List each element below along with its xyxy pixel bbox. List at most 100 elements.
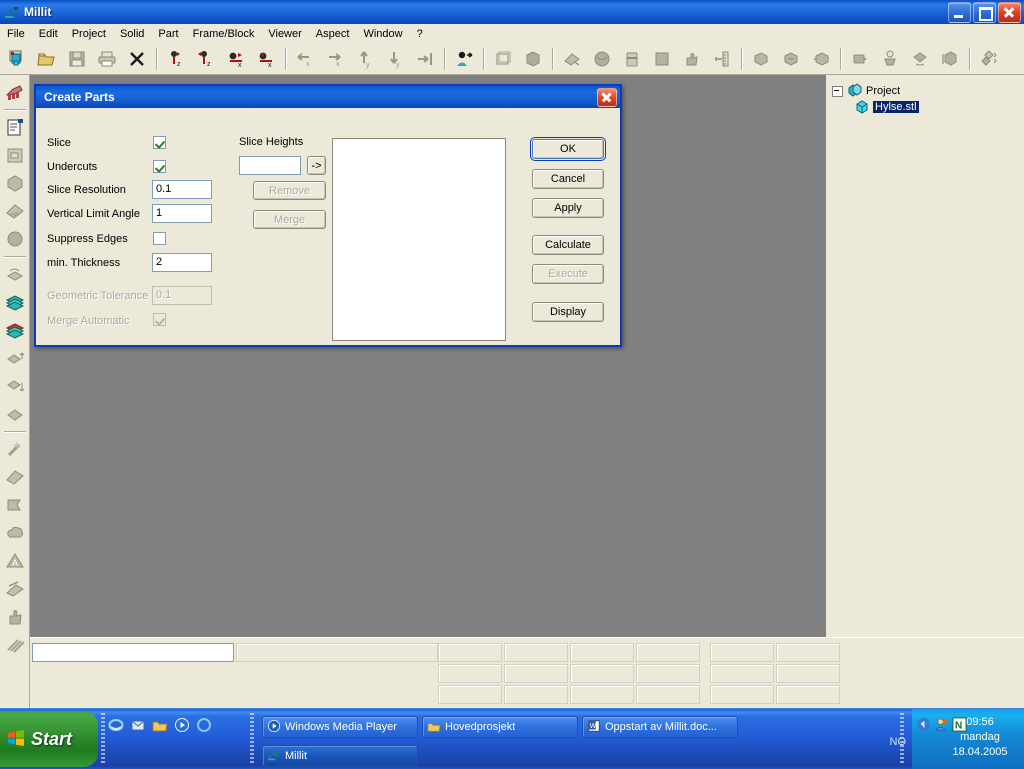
open-folder-icon[interactable]: [34, 46, 60, 72]
part-move-up-icon[interactable]: [2, 344, 28, 372]
document-flag-icon[interactable]: [2, 113, 28, 141]
minimize-button[interactable]: [948, 2, 971, 23]
tree-node-project[interactable]: Project: [832, 83, 1020, 99]
thumb-part-icon[interactable]: [679, 46, 705, 72]
slice-checkbox[interactable]: [153, 136, 166, 149]
create-part-icon[interactable]: [589, 46, 615, 72]
volume-icon[interactable]: [916, 717, 931, 735]
apply-button[interactable]: Apply: [532, 198, 604, 218]
show-desktop-icon[interactable]: [152, 717, 168, 733]
layer-stack-green-icon[interactable]: [2, 288, 28, 316]
menu-project[interactable]: Project: [65, 26, 113, 42]
status-input[interactable]: [32, 643, 234, 662]
move-y-up-icon[interactable]: y: [352, 46, 378, 72]
taskbar-item-hovedprosjekt[interactable]: Hovedprosjekt: [422, 716, 578, 738]
menu-window[interactable]: Window: [356, 26, 409, 42]
measure-scale-icon[interactable]: [709, 46, 735, 72]
part-rotate-icon[interactable]: [907, 46, 933, 72]
msn-icon[interactable]: [196, 717, 212, 733]
cancel-button[interactable]: Cancel: [532, 169, 604, 189]
print-icon[interactable]: [94, 46, 120, 72]
new-project-icon[interactable]: [4, 46, 30, 72]
dialog-close-icon[interactable]: [597, 88, 617, 107]
menu-edit[interactable]: Edit: [32, 26, 65, 42]
taskbar-item-windows-media-player[interactable]: Windows Media Player: [262, 716, 418, 738]
part-shadow-icon[interactable]: [847, 46, 873, 72]
layer-stack-red-icon[interactable]: [2, 316, 28, 344]
slice-tool-icon[interactable]: [2, 260, 28, 288]
taskbar-item-oppstart-doc[interactable]: W Oppstart av Millit.doc...: [582, 716, 738, 738]
ok-button[interactable]: OK: [530, 137, 606, 161]
move-x-right-icon[interactable]: x: [322, 46, 348, 72]
rotate-x-positive-icon[interactable]: x: [223, 46, 249, 72]
rotate-z-negative-icon[interactable]: z: [193, 46, 219, 72]
internet-explorer-icon[interactable]: [108, 717, 124, 733]
thumb-icon[interactable]: [2, 603, 28, 631]
move-x-left-icon[interactable]: x: [292, 46, 318, 72]
part-stack-icon[interactable]: [619, 46, 645, 72]
taskbar-item-millit[interactable]: Millit: [262, 745, 418, 767]
cut-tool-icon[interactable]: [2, 575, 28, 603]
cloud-shape-icon[interactable]: [2, 519, 28, 547]
undercuts-checkbox[interactable]: [153, 160, 166, 173]
polygon-tool-icon[interactable]: [2, 463, 28, 491]
part-tool-icon[interactable]: [2, 400, 28, 428]
menu-aspect[interactable]: Aspect: [309, 26, 357, 42]
part-paste-icon[interactable]: [778, 46, 804, 72]
quick-launch-grip[interactable]: [101, 713, 105, 763]
media-player-icon[interactable]: [174, 717, 190, 733]
delete-cross-icon[interactable]: [124, 46, 150, 72]
arrange-parts-icon[interactable]: [976, 46, 1002, 72]
menu-part[interactable]: Part: [151, 26, 185, 42]
locale-indicator[interactable]: NO: [890, 736, 907, 748]
display-button[interactable]: Display: [532, 302, 604, 322]
suppress-edges-checkbox[interactable]: [153, 232, 166, 245]
vertical-limit-angle-input[interactable]: 1: [152, 204, 212, 223]
menu-help[interactable]: ?: [410, 26, 430, 42]
move-y-down-icon[interactable]: y: [382, 46, 408, 72]
save-disk-icon[interactable]: [64, 46, 90, 72]
sphere-icon[interactable]: [2, 225, 28, 253]
slice-heights-input[interactable]: [239, 156, 301, 175]
calculate-button[interactable]: Calculate: [532, 235, 604, 255]
slice-part-icon[interactable]: [559, 46, 585, 72]
hatch-pattern-icon[interactable]: [2, 631, 28, 659]
main-toolbar: z z x x x x y y: [0, 43, 1024, 75]
wireframe-box-icon[interactable]: [490, 46, 516, 72]
close-icon[interactable]: [998, 2, 1021, 23]
menu-viewer[interactable]: Viewer: [261, 26, 308, 42]
tray-clock[interactable]: 09:56 mandag 18.04.2005: [944, 715, 1016, 760]
magic-wand-icon[interactable]: [2, 435, 28, 463]
rotate-z-positive-icon[interactable]: z: [163, 46, 189, 72]
rotate-x-negative-icon[interactable]: x: [253, 46, 279, 72]
collapse-toggle-icon[interactable]: [832, 85, 843, 97]
solid-shape-icon[interactable]: [2, 169, 28, 197]
shaded-solid-icon[interactable]: [520, 46, 546, 72]
slice-heights-add-button[interactable]: ->: [307, 156, 326, 175]
align-right-icon[interactable]: [412, 46, 438, 72]
shade-solid-icon[interactable]: [2, 197, 28, 225]
menu-solid[interactable]: Solid: [113, 26, 151, 42]
slice-resolution-input[interactable]: 0.1: [152, 180, 212, 199]
maximize-button[interactable]: [973, 2, 996, 23]
menu-frame-block[interactable]: Frame/Block: [186, 26, 262, 42]
outlook-express-icon[interactable]: [130, 717, 146, 733]
dialog-title-bar[interactable]: Create Parts: [36, 86, 620, 108]
start-button[interactable]: Start: [0, 711, 98, 767]
part-light-icon[interactable]: [877, 46, 903, 72]
part-move-down-icon[interactable]: [2, 372, 28, 400]
import-file-icon[interactable]: [2, 141, 28, 169]
block-fill-icon[interactable]: [649, 46, 675, 72]
part-merge-icon[interactable]: [808, 46, 834, 72]
part-copy-icon[interactable]: [748, 46, 774, 72]
min-thickness-input[interactable]: 2: [152, 253, 212, 272]
task-band-grip[interactable]: [250, 713, 254, 763]
triangle-warning-icon[interactable]: A: [2, 547, 28, 575]
menu-file[interactable]: File: [0, 26, 32, 42]
new-document-stack-icon[interactable]: [2, 78, 28, 106]
slice-heights-listbox[interactable]: [332, 138, 506, 341]
tree-node-hylse-stl[interactable]: Hylse.stl: [832, 99, 1020, 115]
part-mirror-icon[interactable]: [937, 46, 963, 72]
view-person-icon[interactable]: [451, 46, 477, 72]
flag-marker-icon[interactable]: [2, 491, 28, 519]
